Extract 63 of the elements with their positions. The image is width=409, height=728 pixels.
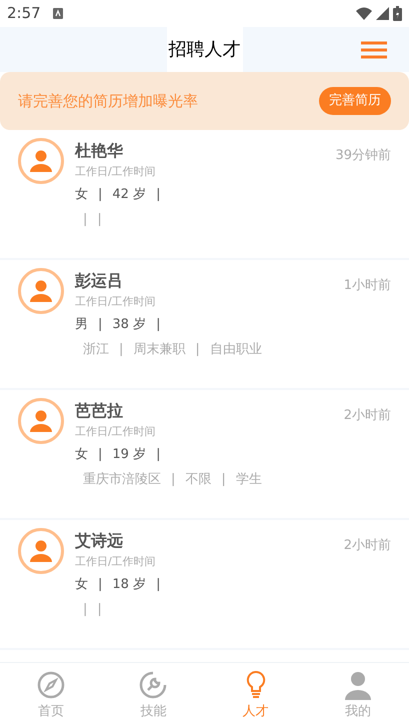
page-title: 招聘人才 [166,27,242,72]
wifi-icon [356,7,372,20]
person-icon [29,409,53,433]
person-tag: 浙江 [83,340,109,360]
nav-tab[interactable]: 我的 [306,663,409,728]
person-tag: 自由职业 [210,340,262,360]
person-tag: | [83,600,88,620]
work-schedule: 工作日/工作时间 [75,164,157,180]
person-icon [344,670,372,700]
person-tag: | [221,470,226,490]
person-name: 杜艳华 [75,140,124,162]
person-tag: 重庆市涪陵区 [83,470,161,490]
nav-tab[interactable]: 技能 [102,663,204,728]
person-info: 男 [75,316,88,334]
battery-icon [393,6,402,21]
post-time: 1小时前 [344,277,391,295]
person-info: 18 岁 [112,576,146,594]
person-icon [29,539,53,563]
person-tag: | [171,470,176,490]
person-name: 艾诗远 [75,530,124,552]
notification-icon [52,8,63,19]
person-icon [29,149,53,173]
work-schedule: 工作日/工作时间 [75,554,157,570]
person-info: | [98,446,102,464]
person-info: 女 [75,446,88,464]
person-tag: 不限 [185,470,212,490]
banner-text: 请完善您的简历增加曝光率 [18,90,198,112]
person-info: 42 岁 [112,186,146,204]
work-schedule: 工作日/工作时间 [75,424,157,440]
lightbulb-icon [244,670,267,700]
person-tag: | [195,340,200,360]
work-schedule: 工作日/工作时间 [75,294,157,310]
status-time: 2:57 [7,3,41,24]
person-name: 彭运吕 [75,270,124,292]
person-info: | [98,576,102,594]
person-info: 19 岁 [112,446,146,464]
person-tag: | [83,210,88,230]
person-info: | [98,316,102,334]
post-time: 2小时前 [344,537,391,555]
person-tag: 学生 [236,470,262,490]
person-icon [29,279,53,303]
person-info: 女 [75,186,88,204]
person-info: 38 岁 [112,316,146,334]
signal-icon [376,7,389,20]
person-info: | [156,316,160,334]
person-tag: | [97,210,102,230]
post-time: 2小时前 [344,407,391,425]
menu-icon[interactable] [361,40,387,58]
person-name: 芭芭拉 [75,400,124,422]
person-info: | [156,186,160,204]
complete-resume-button[interactable]: 完善简历 [319,87,391,115]
person-tag: | [119,340,124,360]
person-info: | [156,446,160,464]
nav-tab[interactable]: 人才 [204,663,307,728]
post-time: 39分钟前 [335,147,391,165]
person-info: | [98,186,102,204]
person-tag: 周末兼职 [133,340,186,360]
person-tag: | [97,600,102,620]
compass-icon [37,670,66,699]
person-info: | [156,576,160,594]
wrench-icon [139,670,168,699]
person-info: 女 [75,576,88,594]
nav-tab[interactable]: 首页 [0,663,102,728]
